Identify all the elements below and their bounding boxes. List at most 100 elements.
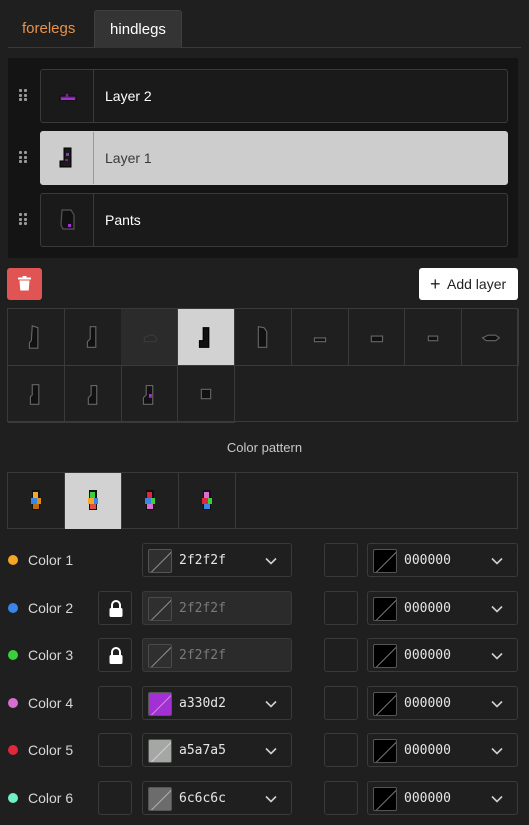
color-select[interactable]: 6c6c6c	[142, 781, 292, 815]
outline-color-select[interactable]: 000000	[367, 543, 518, 577]
color-swatch	[148, 644, 172, 668]
shape-preview-icon	[481, 334, 500, 342]
shape-option[interactable]	[8, 309, 65, 366]
color-select[interactable]: a330d2	[142, 686, 292, 720]
color-hex-value: 2f2f2f	[179, 648, 226, 663]
shape-option[interactable]	[404, 309, 462, 366]
color-pattern-option[interactable]	[122, 473, 179, 529]
chevron-down-icon	[491, 795, 503, 803]
outline-color-select[interactable]: 000000	[367, 638, 518, 672]
color-pattern-title: Color pattern	[226, 440, 303, 455]
color-row: Color 4 a330d2 000000	[0, 686, 529, 720]
pants-shape-icon	[60, 209, 75, 230]
outline-toggle-button[interactable]	[324, 686, 358, 720]
outline-hex-value: 000000	[404, 648, 451, 663]
shape-option[interactable]	[348, 309, 406, 366]
outline-toggle-button[interactable]	[324, 638, 358, 672]
lock-toggle-button[interactable]	[98, 733, 132, 767]
chevron-down-icon	[265, 700, 277, 708]
shape-preview-icon	[427, 335, 439, 342]
pattern-preview-icon	[31, 490, 41, 510]
lock-button[interactable]	[98, 638, 132, 672]
color-swatch	[148, 787, 172, 811]
color-label: Color 4	[28, 695, 74, 711]
shape-option[interactable]	[64, 365, 122, 423]
shape-option[interactable]	[121, 365, 179, 423]
color-hex-value: 2f2f2f	[179, 553, 226, 568]
shape-grid	[7, 308, 519, 423]
color-row: Color 6 6c6c6c 000000	[0, 781, 529, 815]
color-dot	[8, 650, 18, 660]
add-layer-button[interactable]: + Add layer	[419, 268, 518, 300]
drag-handle-icon[interactable]	[19, 89, 27, 101]
lock-toggle-button[interactable]	[98, 781, 132, 815]
shape-option[interactable]	[178, 309, 236, 366]
tab-forelegs[interactable]: forelegs	[10, 10, 87, 48]
shape-option[interactable]	[461, 309, 519, 366]
trash-icon	[18, 276, 31, 291]
delete-layer-button[interactable]	[7, 268, 42, 300]
drag-handle-icon[interactable]	[19, 151, 27, 163]
lock-button[interactable]	[98, 591, 132, 625]
outline-hex-value: 000000	[404, 601, 451, 616]
tab-bar: forelegs hindlegs	[8, 10, 521, 48]
shape-option[interactable]	[64, 309, 122, 366]
color-row: Color 1 2f2f2f 000000	[0, 543, 529, 577]
tab-hindlegs[interactable]: hindlegs	[94, 10, 182, 48]
layer-row: Pants	[8, 193, 518, 247]
plus-icon: +	[430, 274, 441, 294]
color-pattern-option[interactable]	[8, 473, 65, 529]
outline-toggle-button[interactable]	[324, 733, 358, 767]
shape-option[interactable]	[178, 365, 236, 423]
add-layer-label: Add layer	[447, 276, 507, 292]
color-swatch	[373, 787, 397, 811]
outline-color-select[interactable]: 000000	[367, 733, 518, 767]
color-select[interactable]: a5a7a5	[142, 733, 292, 767]
shape-preview-icon	[313, 337, 326, 343]
outline-color-select[interactable]: 000000	[367, 686, 518, 720]
color-label: Color 5	[28, 742, 74, 758]
outline-color-select[interactable]: 000000	[367, 591, 518, 625]
layer-name: Layer 2	[105, 88, 152, 104]
color-select: 2f2f2f	[142, 591, 292, 625]
color-pattern-option[interactable]	[179, 473, 236, 529]
outline-toggle-button[interactable]	[324, 543, 358, 577]
color-row: Color 5 a5a7a5 000000	[0, 733, 529, 767]
shape-preview-icon	[29, 383, 40, 405]
color-dot	[8, 603, 18, 613]
color-hex-value: a5a7a5	[179, 743, 226, 758]
lock-toggle-button[interactable]	[98, 686, 132, 720]
shape-option[interactable]	[234, 309, 292, 366]
layer-name: Pants	[105, 212, 141, 228]
color-swatch	[148, 739, 172, 763]
color-swatch	[373, 644, 397, 668]
leg-shape-icon	[59, 147, 72, 168]
shape-preview-icon	[144, 334, 158, 343]
pattern-preview-icon	[145, 490, 155, 510]
color-label: Color 1	[28, 552, 74, 568]
color-select: 2f2f2f	[142, 638, 292, 672]
chevron-down-icon	[491, 652, 503, 660]
chevron-down-icon	[265, 747, 277, 755]
outline-color-select[interactable]: 000000	[367, 781, 518, 815]
color-select[interactable]: 2f2f2f	[142, 543, 292, 577]
color-pattern-option[interactable]	[65, 473, 122, 529]
shape-preview-icon	[143, 384, 154, 405]
shape-option[interactable]	[291, 309, 349, 366]
outline-hex-value: 000000	[404, 743, 451, 758]
outline-hex-value: 000000	[404, 553, 451, 568]
drag-handle-icon[interactable]	[19, 213, 27, 225]
layers-panel: Layer 2 Layer 1 Pants	[8, 58, 518, 258]
chevron-down-icon	[265, 795, 277, 803]
layer-row: Layer 2	[8, 69, 518, 123]
layer-card-layer-1[interactable]: Layer 1	[40, 131, 508, 185]
color-swatch	[148, 549, 172, 573]
layer-card-layer-2[interactable]: Layer 2	[40, 69, 508, 123]
chevron-down-icon	[491, 605, 503, 613]
outline-toggle-button[interactable]	[324, 781, 358, 815]
outline-toggle-button[interactable]	[324, 591, 358, 625]
layer-card-pants[interactable]: Pants	[40, 193, 508, 247]
shape-option[interactable]	[121, 309, 179, 366]
color-swatch	[148, 692, 172, 716]
shape-option[interactable]	[8, 365, 65, 423]
